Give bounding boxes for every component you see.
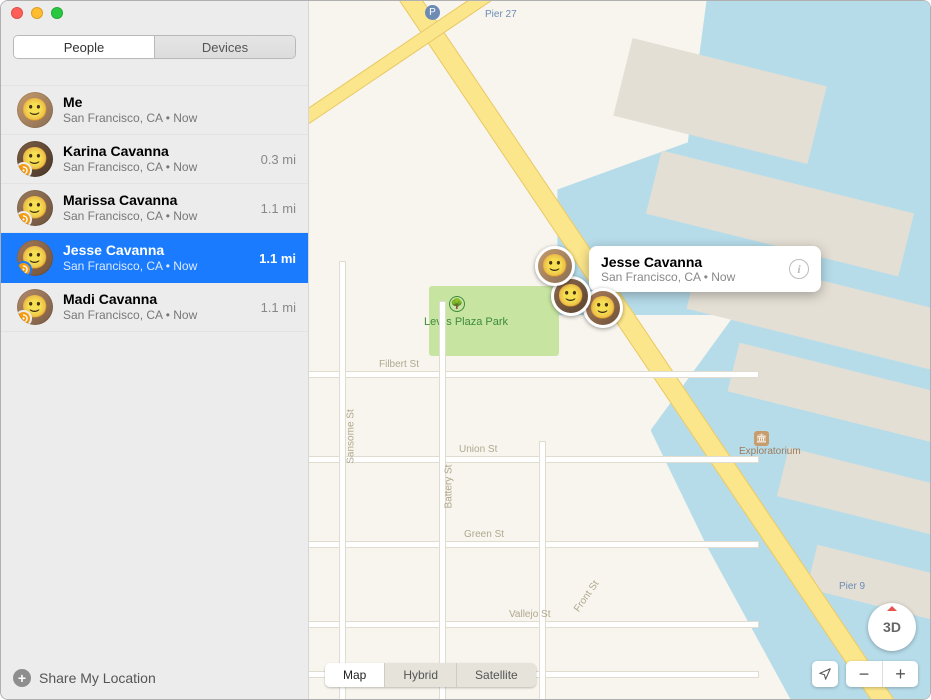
map-poi-label: Pier 9 xyxy=(839,581,865,592)
list-item[interactable]: 🙂 Madi Cavanna San Francisco, CA • Now 1… xyxy=(1,283,308,332)
street-label: Sansome St xyxy=(346,409,357,463)
street-label: Front St xyxy=(572,579,601,614)
list-item[interactable]: 🙂 Marissa Cavanna San Francisco, CA • No… xyxy=(1,184,308,233)
compass-label: 3D xyxy=(883,619,901,635)
person-name: Karina Cavanna xyxy=(63,143,255,160)
map-road xyxy=(309,456,759,463)
avatar: 🙂 xyxy=(17,141,53,177)
avatar: 🙂 xyxy=(17,92,53,128)
map-mode-map[interactable]: Map xyxy=(325,663,384,687)
list-item[interactable]: 🙂 Jesse Cavanna San Francisco, CA • Now … xyxy=(1,233,308,283)
location-arrow-icon xyxy=(818,667,832,681)
list-item[interactable]: 🙂 Karina Cavanna San Francisco, CA • Now… xyxy=(1,135,308,184)
find-my-window: People Devices 🙂 Me San Francisco, CA • … xyxy=(0,0,931,700)
map-person-pin[interactable]: 🙂 xyxy=(535,246,575,286)
person-location: San Francisco, CA • Now xyxy=(63,308,255,323)
avatar: 🙂 xyxy=(17,240,53,276)
person-name: Jesse Cavanna xyxy=(63,242,253,259)
people-list: 🙂 Me San Francisco, CA • Now 🙂 Karina Ca… xyxy=(1,69,308,659)
museum-icon: 🏛 xyxy=(754,431,769,446)
street-label: Vallejo St xyxy=(509,609,551,620)
map-road xyxy=(539,441,546,699)
sharing-badge-icon xyxy=(17,162,32,177)
callout-location: San Francisco, CA • Now xyxy=(601,270,789,284)
person-distance: 0.3 mi xyxy=(261,152,296,167)
map-poi-label: Pier 27 xyxy=(485,9,517,20)
close-window-button[interactable] xyxy=(11,7,23,19)
fullscreen-window-button[interactable] xyxy=(51,7,63,19)
compass-3d-button[interactable]: 3D xyxy=(868,603,916,651)
person-distance: 1.1 mi xyxy=(261,201,296,216)
person-name: Me xyxy=(63,94,290,111)
tab-devices[interactable]: Devices xyxy=(154,36,295,58)
map-road xyxy=(309,621,759,628)
minimize-window-button[interactable] xyxy=(31,7,43,19)
person-location: San Francisco, CA • Now xyxy=(63,209,255,224)
sharing-badge-icon xyxy=(17,310,32,325)
person-distance: 1.1 mi xyxy=(261,300,296,315)
zoom-controls: − + xyxy=(846,661,918,687)
parking-icon: P xyxy=(425,5,440,20)
locate-me-button[interactable] xyxy=(812,661,838,687)
map-view[interactable]: 🌳 Levi's Plaza Park Filbert St Union St … xyxy=(309,1,930,699)
person-location: San Francisco, CA • Now xyxy=(63,259,253,274)
street-label: Filbert St xyxy=(379,359,419,370)
person-callout: Jesse Cavanna San Francisco, CA • Now i xyxy=(589,246,821,292)
person-name: Madi Cavanna xyxy=(63,291,255,308)
tab-people[interactable]: People xyxy=(14,36,154,58)
map-poi-label: Exploratorium xyxy=(739,446,801,457)
map-poi-label: Levi's Plaza Park xyxy=(424,316,508,328)
zoom-in-button[interactable]: + xyxy=(882,661,918,687)
info-button[interactable]: i xyxy=(789,259,809,279)
person-location: San Francisco, CA • Now xyxy=(63,111,290,126)
person-distance: 1.1 mi xyxy=(259,251,296,266)
map-road xyxy=(339,261,346,699)
avatar: 🙂 xyxy=(17,289,53,325)
avatar: 🙂 xyxy=(17,190,53,226)
list-item[interactable]: 🙂 Me San Francisco, CA • Now xyxy=(1,85,308,135)
sidebar: People Devices 🙂 Me San Francisco, CA • … xyxy=(1,1,309,699)
map-road xyxy=(309,1,582,153)
sharing-badge-icon xyxy=(17,211,32,226)
sharing-badge-icon xyxy=(17,261,32,276)
plus-icon: + xyxy=(13,669,31,687)
window-traffic-lights xyxy=(11,7,63,19)
callout-name: Jesse Cavanna xyxy=(601,254,789,270)
map-road xyxy=(309,541,759,548)
share-my-location-label: Share My Location xyxy=(39,670,156,686)
share-my-location-button[interactable]: + Share My Location xyxy=(1,659,308,699)
map-mode-satellite[interactable]: Satellite xyxy=(456,663,536,687)
person-location: San Francisco, CA • Now xyxy=(63,160,255,175)
map-mode-segmented: Map Hybrid Satellite xyxy=(325,663,536,687)
street-label: Green St xyxy=(464,529,504,540)
street-label: Battery St xyxy=(443,465,454,509)
people-devices-segmented: People Devices xyxy=(13,35,296,59)
map-road xyxy=(309,371,759,378)
map-mode-hybrid[interactable]: Hybrid xyxy=(384,663,456,687)
street-label: Union St xyxy=(459,444,497,455)
zoom-out-button[interactable]: − xyxy=(846,661,882,687)
park-icon: 🌳 xyxy=(449,296,465,312)
person-name: Marissa Cavanna xyxy=(63,192,255,209)
